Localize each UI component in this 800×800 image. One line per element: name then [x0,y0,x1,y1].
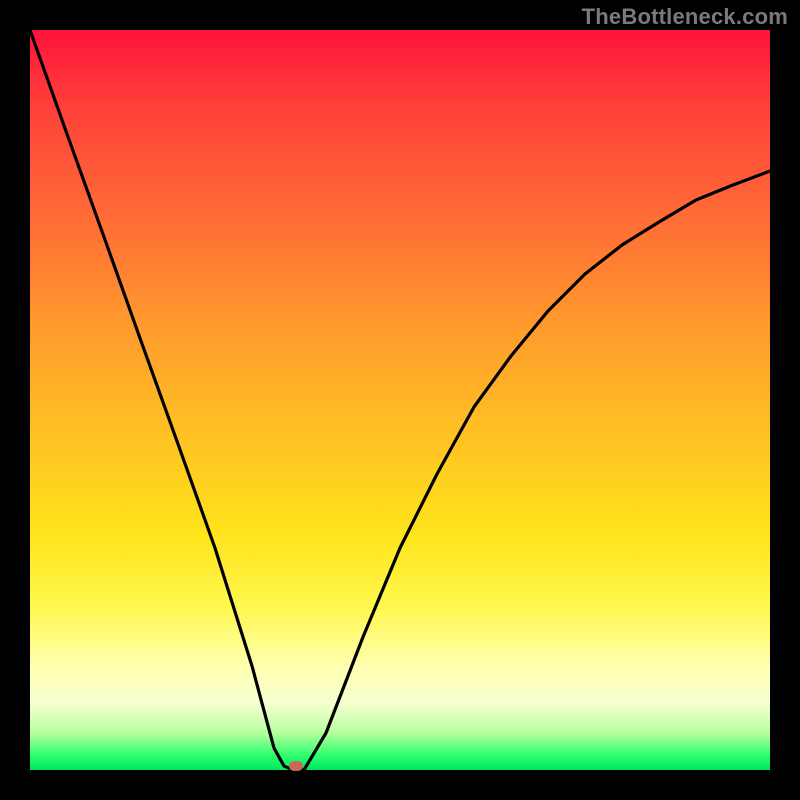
optimal-point-marker [289,761,303,771]
watermark-label: TheBottleneck.com [582,4,788,30]
curve-path [30,30,770,770]
chart-frame: TheBottleneck.com [0,0,800,800]
plot-area [30,30,770,770]
bottleneck-curve [30,30,770,770]
